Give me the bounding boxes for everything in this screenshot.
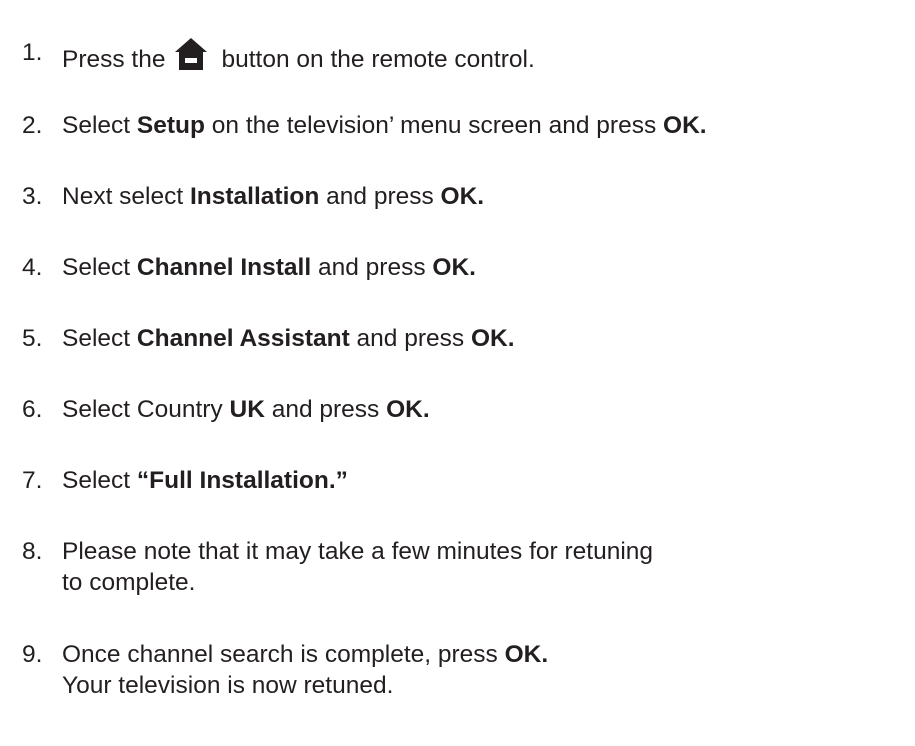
step-5: 5. Select Channel Assistant and press OK… — [22, 323, 912, 354]
step-text: Select Country UK and press OK. — [62, 396, 430, 423]
step-1: 1. Press the button on the remote control… — [22, 37, 912, 75]
step-4: 4. Select Channel Install and press OK. — [22, 252, 912, 283]
step-text: Press the button on the remote control. — [62, 37, 535, 75]
ok-label: OK. — [386, 396, 430, 423]
step-line-2: Your television is now retuned. — [62, 672, 394, 699]
option-full-installation: “Full Installation.” — [136, 467, 348, 494]
step-number: 2. — [22, 112, 43, 139]
step-7: 7. Select “Full Installation.” — [22, 465, 912, 496]
step-line-1: Please note that it may take a few minut… — [62, 538, 654, 565]
menu-setup: Setup — [136, 112, 205, 139]
step-number: 7. — [22, 467, 43, 494]
step-number: 9. — [22, 641, 43, 668]
ok-label: OK. — [663, 112, 707, 139]
step-text: Once channel search is complete, press O… — [62, 639, 548, 701]
instruction-list: 1. Press the button on the remote control… — [0, 0, 915, 746]
step-number: 5. — [22, 325, 43, 352]
step-text: Select Setup on the television’ menu scr… — [62, 112, 707, 139]
step-8: 8. Please note that it may take a few mi… — [22, 536, 912, 598]
step-text-before-icon: Press the — [62, 46, 166, 73]
menu-channel-assistant: Channel Assistant — [136, 325, 350, 352]
ok-label: OK. — [440, 183, 485, 210]
menu-installation: Installation — [190, 183, 320, 210]
step-2: 2. Select Setup on the television’ menu … — [22, 110, 912, 141]
country-uk: UK — [229, 396, 265, 423]
step-number: 1. — [22, 39, 43, 66]
step-number: 8. — [22, 538, 43, 565]
step-text: Next select Installation and press OK. — [62, 183, 485, 210]
step-number: 3. — [22, 183, 43, 210]
step-text: Please note that it may take a few minut… — [62, 536, 653, 598]
step-number: 6. — [22, 396, 43, 423]
step-number: 4. — [22, 254, 43, 281]
step-line-1: Once channel search is complete, press O… — [62, 641, 549, 668]
step-6: 6. Select Country UK and press OK. — [22, 394, 912, 425]
ok-label: OK. — [470, 325, 515, 352]
menu-channel-install: Channel Install — [136, 254, 312, 281]
step-9: 9. Once channel search is complete, pres… — [22, 639, 912, 701]
home-icon — [174, 37, 208, 71]
step-line-2: to complete. — [62, 569, 196, 596]
step-text: Select “Full Installation.” — [62, 467, 348, 494]
ok-label: OK. — [504, 641, 549, 668]
ok-label: OK. — [432, 254, 476, 281]
step-text: Select Channel Assistant and press OK. — [62, 325, 515, 352]
step-3: 3. Next select Installation and press OK… — [22, 181, 912, 212]
step-text: Select Channel Install and press OK. — [62, 254, 476, 281]
step-text-after-icon: button on the remote control. — [221, 46, 535, 73]
